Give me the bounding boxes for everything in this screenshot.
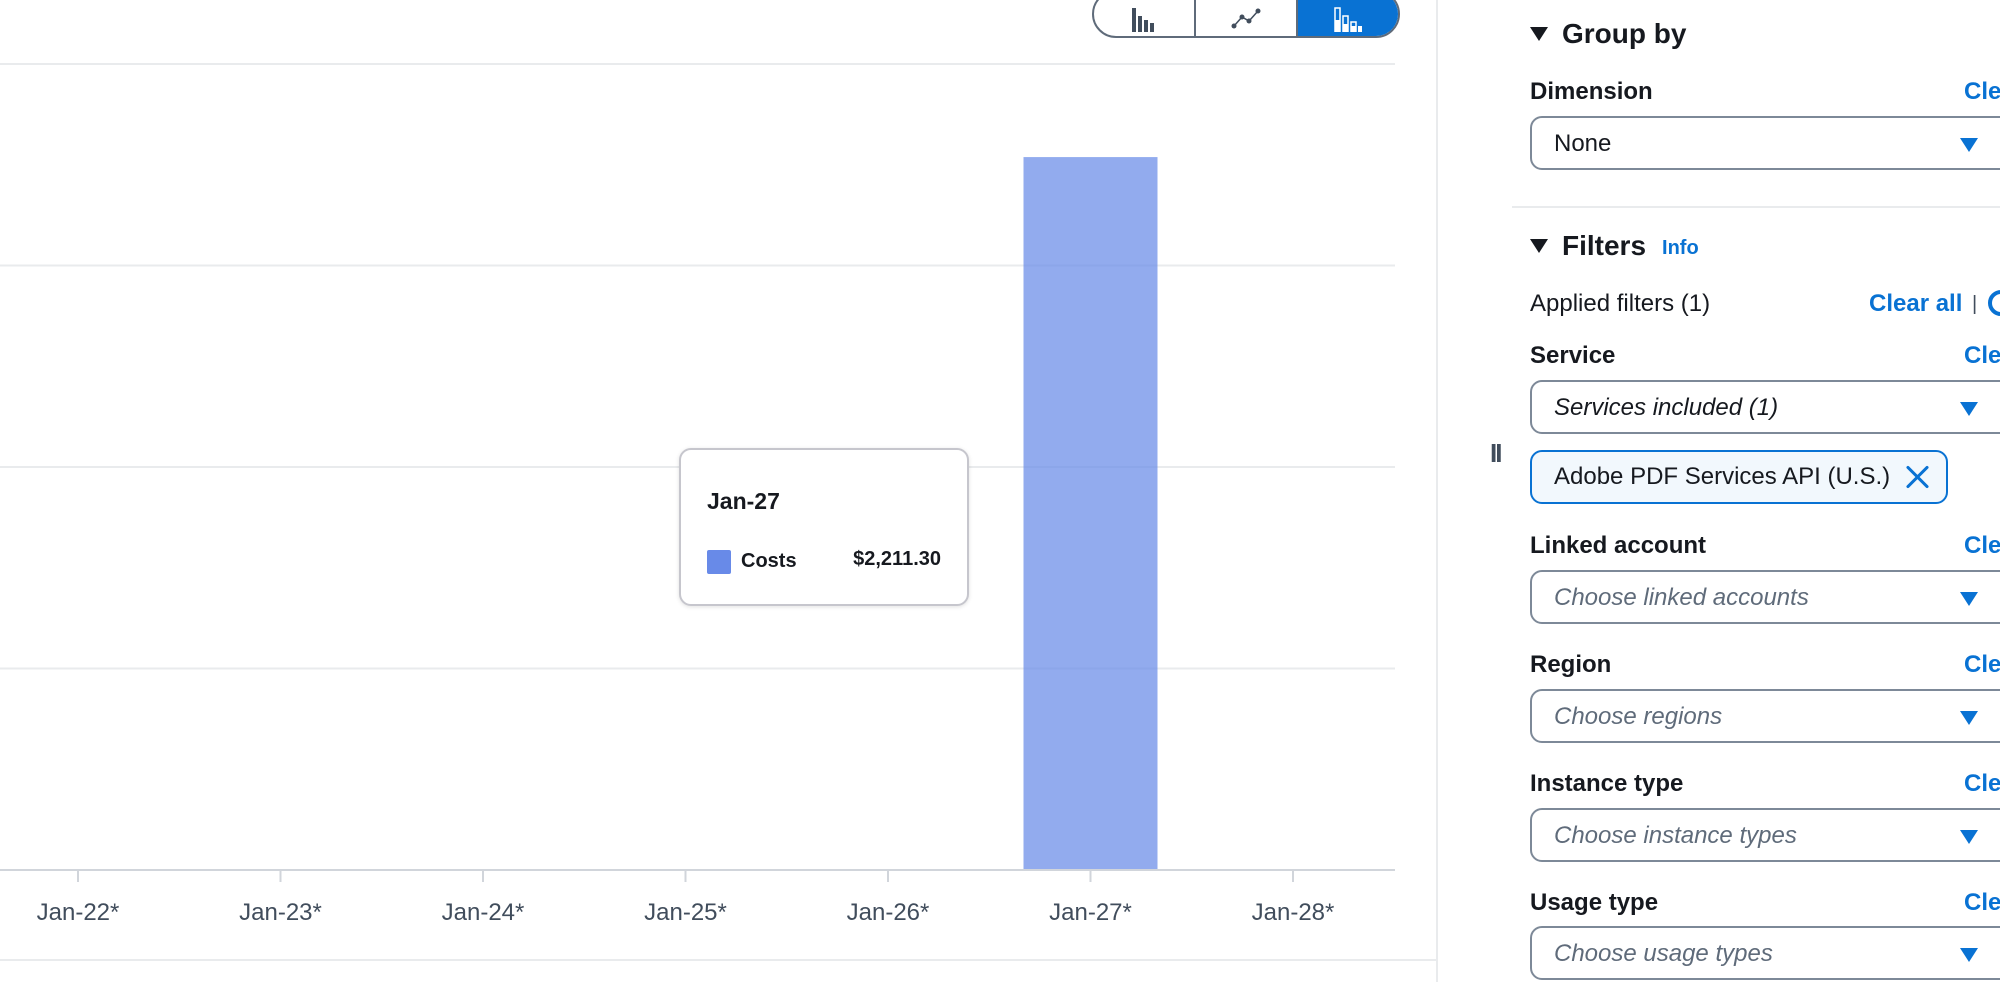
usage-type-select[interactable]: Choose usage types [1530, 926, 2000, 980]
usage-type-placeholder: Choose usage types [1554, 940, 1773, 967]
applied-filters-count: Applied filters (1) [1530, 290, 1711, 317]
dimension-label: Dimension [1530, 78, 1653, 105]
service-token-label: Adobe PDF Services API (U.S.) [1554, 463, 1891, 490]
group-by-heading: Group by [1562, 18, 1687, 49]
instance-type-label: Instance type [1530, 770, 1684, 797]
x-tick-label: Jan-24* [442, 899, 525, 926]
panel-divider [1436, 0, 1438, 982]
service-select[interactable]: Services included (1) [1530, 380, 2000, 434]
dimension-select-value: None [1554, 130, 1612, 157]
separator: | [1972, 293, 1978, 315]
clear-all-filters-link[interactable]: Clear all [1869, 290, 1962, 318]
x-tick-label: Jan-23* [239, 899, 322, 926]
x-tick-label: Jan-26* [847, 899, 930, 926]
tooltip-title: Jan-27 [707, 488, 780, 514]
caret-down-icon [1960, 948, 1978, 962]
section-divider [1512, 206, 2000, 208]
region-select[interactable]: Choose regions [1530, 689, 2000, 743]
x-tick-label: Jan-22* [37, 899, 120, 926]
usage-type-clear-link[interactable]: Cle [1964, 889, 2000, 917]
linked-account-label: Linked account [1530, 532, 1707, 559]
group-by-section-toggle[interactable]: Group by [1530, 18, 1686, 50]
tooltip-series-label: Costs [741, 550, 797, 572]
caret-down-icon [1530, 239, 1548, 253]
service-label: Service [1530, 342, 1616, 369]
instance-type-placeholder: Choose instance types [1554, 822, 1797, 849]
service-select-value: Services included (1) [1554, 394, 1779, 421]
dimension-clear-link[interactable]: Cle [1964, 78, 2000, 106]
x-tick-label: Jan-27* [1049, 899, 1132, 926]
filters-heading: Filters [1562, 230, 1647, 261]
filters-info-link[interactable]: Info [1662, 237, 1699, 260]
filter-side-panel: Group by Dimension Cle None Filters Info… [1480, 0, 2000, 982]
caret-down-icon [1530, 27, 1548, 41]
linked-account-placeholder: Choose linked accounts [1554, 584, 1809, 611]
instance-type-clear-link[interactable]: Cle [1964, 770, 2000, 798]
caret-down-icon [1960, 830, 1978, 844]
x-tick-label: Jan-28* [1252, 899, 1335, 926]
service-filter-token: Adobe PDF Services API (U.S.) [1530, 450, 1949, 504]
region-clear-link[interactable]: Cle [1964, 651, 2000, 679]
close-icon[interactable] [1904, 464, 1930, 490]
chart-tooltip: Jan-27 Costs $2,211.30 [679, 448, 969, 606]
caret-down-icon [1960, 592, 1978, 606]
linked-account-clear-link[interactable]: Cle [1964, 532, 2000, 560]
gear-icon[interactable] [1988, 290, 2000, 316]
tooltip-value: $2,211.30 [853, 548, 941, 570]
usage-type-label: Usage type [1530, 889, 1659, 916]
caret-down-icon [1960, 711, 1978, 725]
linked-account-select[interactable]: Choose linked accounts [1530, 570, 2000, 624]
caret-down-icon [1960, 402, 1978, 416]
region-label: Region [1530, 651, 1612, 678]
x-tick-label: Jan-25* [644, 899, 727, 926]
costs-legend-swatch [707, 550, 731, 574]
dimension-select[interactable]: None [1530, 116, 2000, 170]
filters-section-toggle[interactable]: Filters Info [1530, 230, 1699, 262]
instance-type-select[interactable]: Choose instance types [1530, 808, 2000, 862]
caret-down-icon [1960, 138, 1978, 152]
region-placeholder: Choose regions [1554, 703, 1723, 730]
service-clear-link[interactable]: Cle [1964, 342, 2000, 370]
cost-chart-panel: Jan-22* Jan-23* Jan-24* Jan-25* Jan-26* Jan-2… [0, 0, 1436, 982]
bar-jan27[interactable] [1023, 157, 1158, 870]
